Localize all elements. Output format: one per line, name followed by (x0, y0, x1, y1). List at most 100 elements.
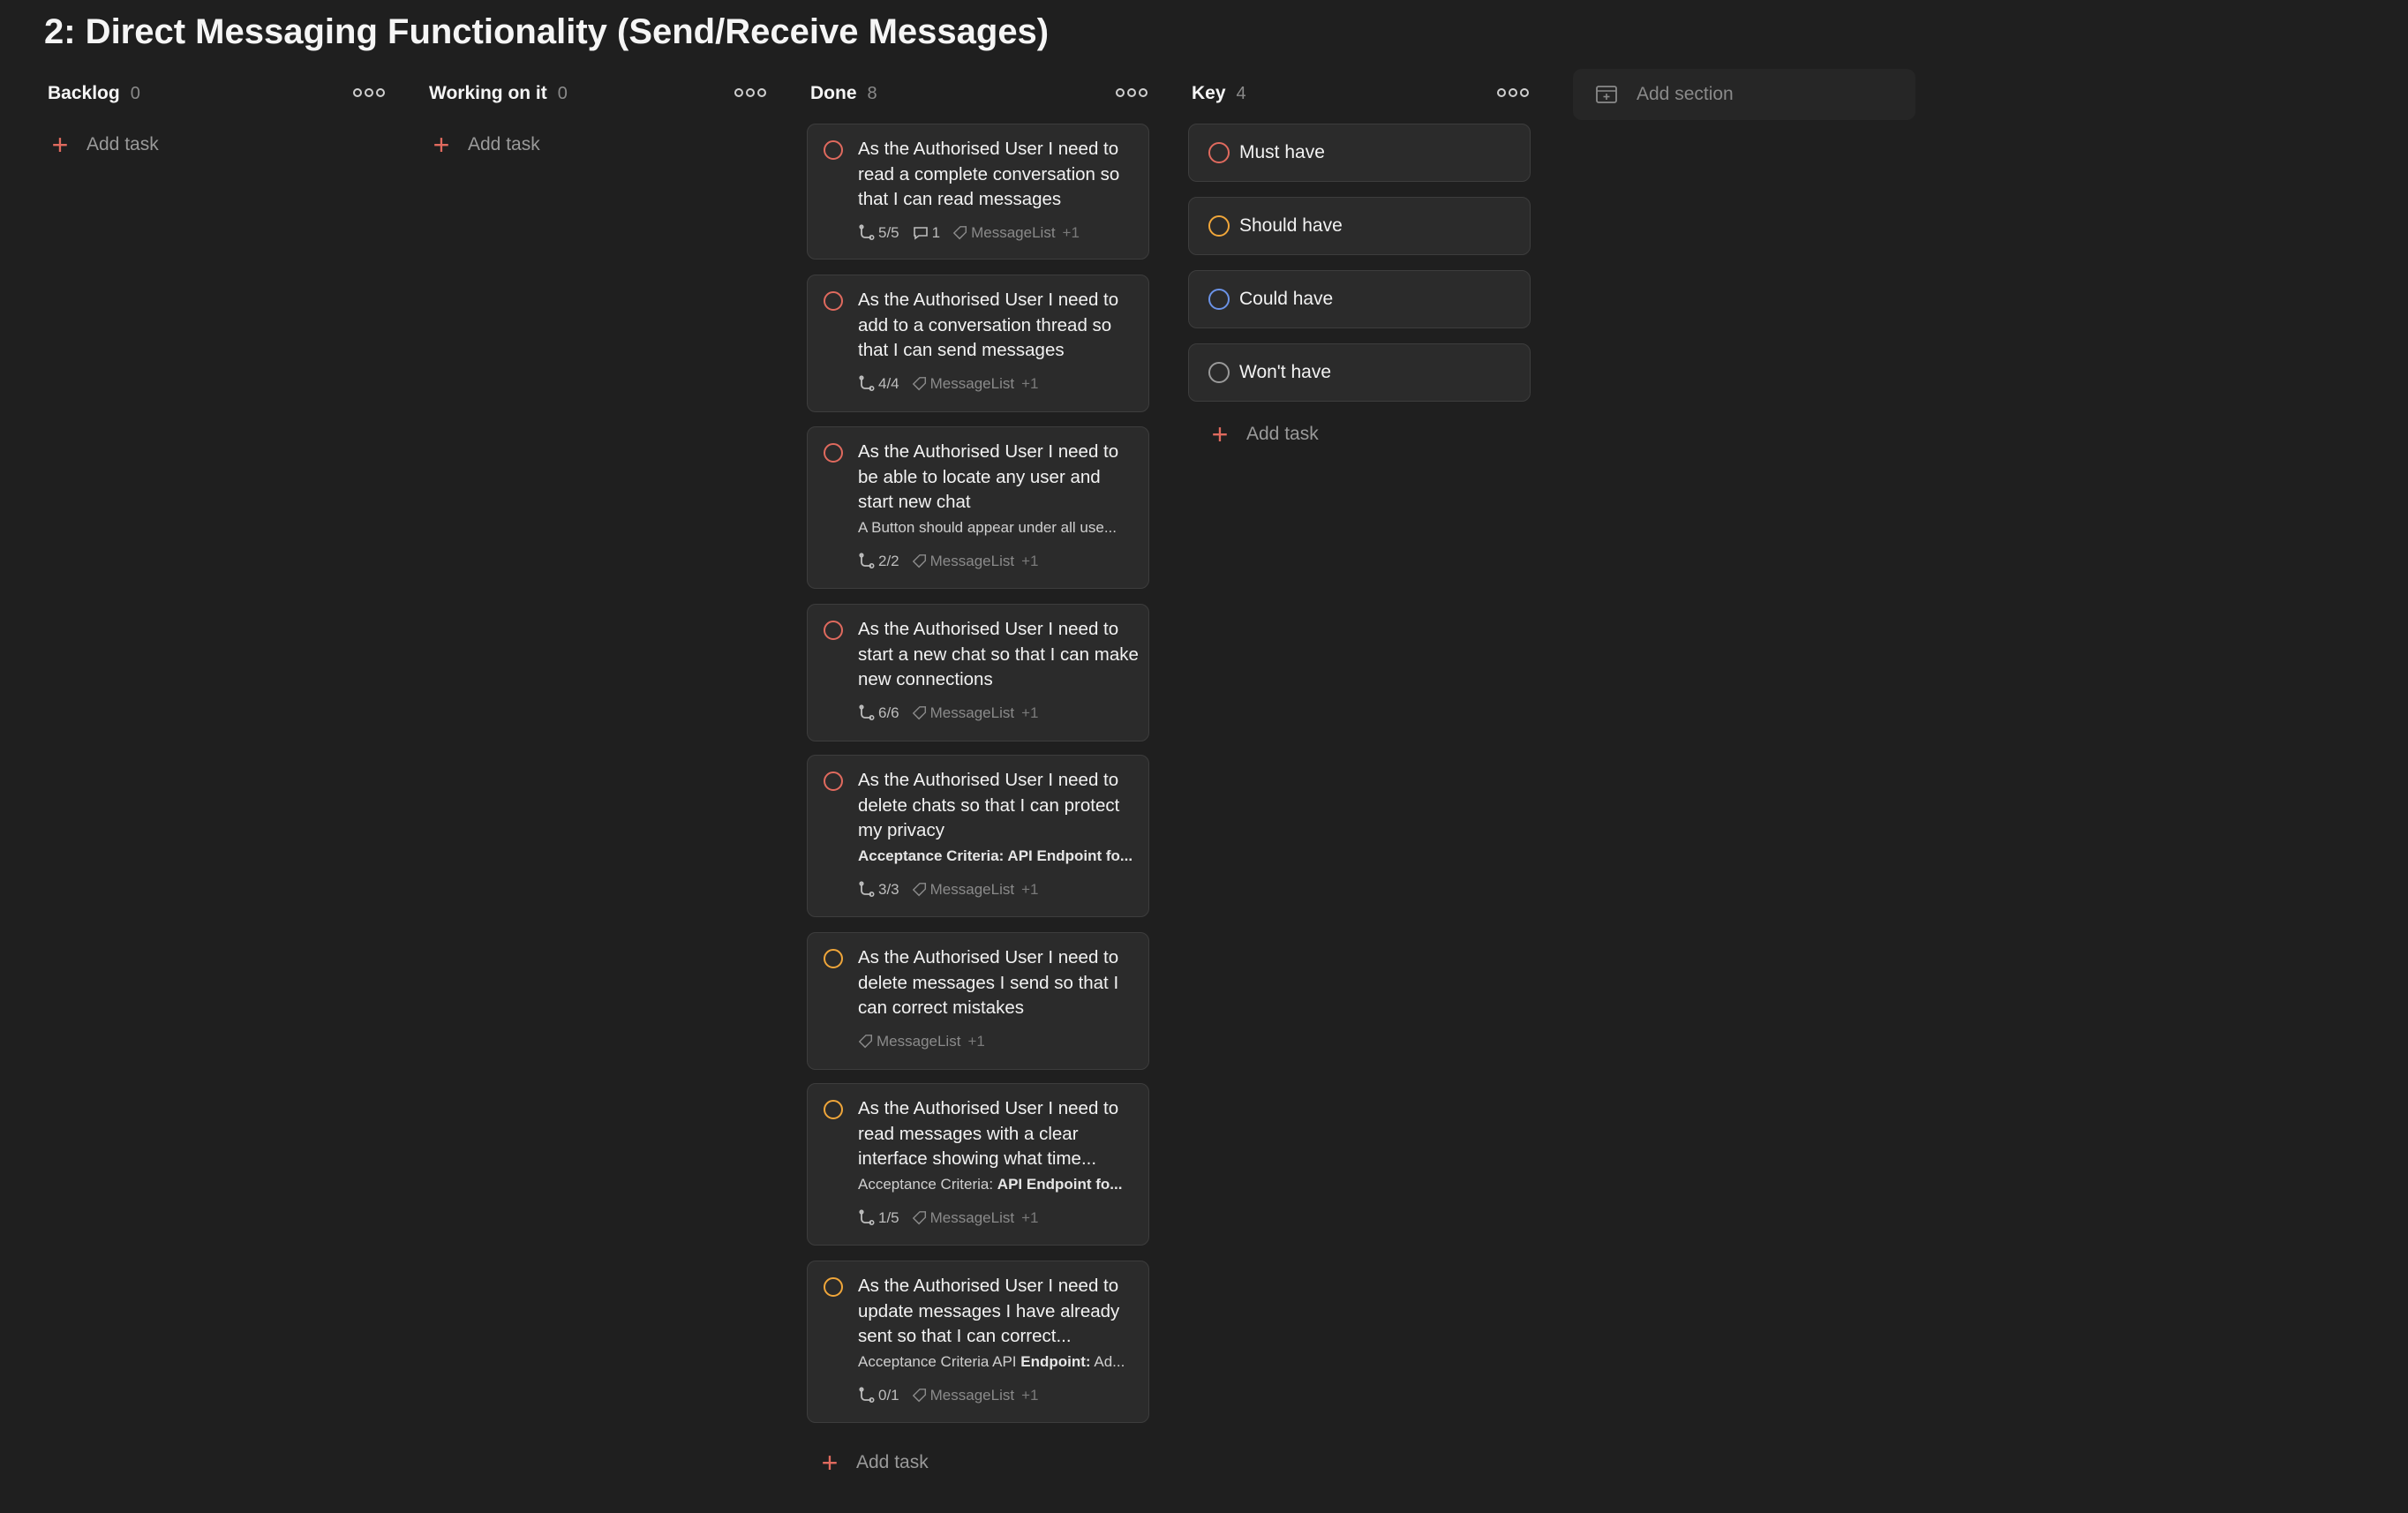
add-task-label: Add task (1246, 424, 1319, 444)
more-options-icon[interactable] (1497, 81, 1529, 104)
add-task-button[interactable]: + Add task (425, 125, 770, 164)
subtask-icon (859, 1387, 875, 1404)
complete-check-icon[interactable] (824, 140, 843, 160)
tag-chip[interactable]: MessageList +1 (912, 375, 1039, 393)
tag-label: MessageList (971, 224, 1056, 241)
tag-chip[interactable]: MessageList +1 (912, 704, 1039, 722)
add-task-button[interactable]: + Add task (814, 1443, 929, 1482)
column-name[interactable]: Key (1188, 83, 1226, 104)
add-task-button[interactable]: + Add task (44, 125, 388, 164)
comments-indicator[interactable]: 1 (912, 224, 940, 242)
subtasks-indicator[interactable]: 3/3 (858, 881, 899, 899)
column-count: 0 (130, 83, 140, 103)
column-header: Working on it 0 (425, 69, 770, 118)
tag-label: MessageList (877, 1033, 961, 1050)
tag-more-count: +1 (1021, 553, 1039, 569)
column-header: Key 4 (1188, 69, 1532, 118)
column-name[interactable]: Done (807, 83, 857, 104)
plus-icon: + (1211, 418, 1229, 450)
subtasks-indicator[interactable]: 0/1 (858, 1387, 899, 1404)
task-title: As the Authorised User I need to add to … (858, 290, 1119, 360)
subtasks-count: 5/5 (878, 224, 899, 241)
complete-check-icon[interactable] (824, 291, 843, 311)
subtasks-indicator[interactable]: 2/2 (858, 553, 899, 570)
tag-chip[interactable]: MessageList +1 (912, 881, 1038, 899)
key-card-should-have[interactable]: Should have (1188, 197, 1531, 255)
project-title: 2: Direct Messaging Functionality (Send/… (44, 12, 1050, 51)
tag-chip[interactable]: MessageList +1 (912, 1387, 1038, 1404)
plus-icon: + (821, 1447, 839, 1479)
column-backlog: Backlog 0 + Add task (44, 69, 388, 164)
column-count: 4 (1236, 83, 1246, 103)
tag-chip[interactable]: MessageList +1 (952, 224, 1080, 242)
task-card[interactable]: As the Authorised User I need to update … (807, 1261, 1149, 1423)
complete-check-icon[interactable] (824, 949, 843, 968)
key-label: Could have (1239, 289, 1334, 309)
tag-chip[interactable]: MessageList +1 (858, 1033, 985, 1050)
more-options-icon[interactable] (353, 81, 385, 104)
task-card[interactable]: As the Authorised User I need to start a… (807, 604, 1149, 741)
column-name[interactable]: Working on it (425, 83, 547, 104)
task-card[interactable]: As the Authorised User I need to add to … (807, 275, 1149, 412)
subtasks-indicator[interactable]: 4/4 (858, 375, 899, 393)
column-key: Key 4 Must have Should have Could have W… (1188, 69, 1532, 448)
key-card-must-have[interactable]: Must have (1188, 124, 1531, 182)
complete-check-icon[interactable] (824, 1277, 843, 1297)
complete-check-icon[interactable] (824, 443, 843, 463)
add-section-icon (1596, 86, 1617, 103)
task-meta: 5/5 1 MessageList +1 (858, 224, 1080, 242)
subtask-icon (859, 553, 875, 569)
complete-check-icon[interactable] (1208, 362, 1230, 383)
more-options-icon[interactable] (734, 81, 766, 104)
tag-more-count: +1 (1021, 1209, 1039, 1226)
task-title: As the Authorised User I need to delete … (858, 947, 1119, 1018)
task-card[interactable]: As the Authorised User I need to delete … (807, 755, 1149, 917)
tag-more-count: +1 (1021, 704, 1039, 721)
task-title: As the Authorised User I need to update … (858, 1276, 1120, 1346)
key-card-could-have[interactable]: Could have (1188, 270, 1531, 328)
subtasks-indicator[interactable]: 1/5 (858, 1209, 899, 1227)
subtasks-count: 1/5 (878, 1209, 899, 1226)
add-task-button[interactable]: + Add task (1204, 415, 1319, 454)
tag-label: MessageList (929, 375, 1015, 392)
complete-check-icon[interactable] (824, 1100, 843, 1119)
column-name[interactable]: Backlog (44, 83, 120, 104)
tag-label: MessageList (929, 881, 1015, 898)
complete-check-icon[interactable] (1208, 215, 1230, 237)
add-section-button[interactable]: Add section (1573, 69, 1915, 120)
subtasks-count: 3/3 (878, 881, 899, 898)
task-card[interactable]: As the Authorised User I need to delete … (807, 932, 1149, 1070)
task-card[interactable]: As the Authorised User I need to be able… (807, 426, 1149, 589)
tag-chip[interactable]: MessageList +1 (912, 1209, 1039, 1227)
tag-icon (912, 1389, 926, 1403)
task-card[interactable]: As the Authorised User I need to read a … (807, 124, 1149, 260)
column-count: 0 (557, 83, 568, 103)
task-title: As the Authorised User I need to start a… (858, 619, 1139, 689)
task-meta: 1/5 MessageList +1 (858, 1209, 1038, 1227)
tag-chip[interactable]: MessageList +1 (912, 553, 1039, 570)
add-section-label: Add section (1637, 84, 1734, 104)
subtasks-count: 6/6 (878, 704, 899, 721)
task-description-bold: API Endpoint fo... (997, 1176, 1123, 1193)
subtasks-indicator[interactable]: 6/6 (858, 704, 899, 722)
complete-check-icon[interactable] (1208, 289, 1230, 310)
tag-icon (912, 1211, 926, 1225)
task-title: As the Authorised User I need to read me… (858, 1098, 1119, 1169)
task-description-text: Acceptance Criteria: (858, 1176, 997, 1193)
add-task-label: Add task (468, 134, 540, 154)
task-description: Acceptance Criteria: API Endpoint fo... (858, 1176, 1140, 1193)
more-options-icon[interactable] (1116, 81, 1148, 104)
key-card-wont-have[interactable]: Won't have (1188, 343, 1531, 402)
tag-more-count: +1 (1021, 375, 1039, 392)
task-description-bold: Endpoint: (1020, 1353, 1091, 1370)
tag-more-count: +1 (1062, 224, 1080, 241)
complete-check-icon[interactable] (1208, 142, 1230, 163)
task-card[interactable]: As the Authorised User I need to read me… (807, 1083, 1149, 1246)
task-meta: 2/2 MessageList +1 (858, 553, 1038, 570)
plus-icon: + (51, 129, 69, 161)
column-done: Done 8 As the Authorised User I need to … (807, 69, 1151, 1477)
complete-check-icon[interactable] (824, 772, 843, 791)
subtask-icon (859, 704, 875, 721)
subtasks-indicator[interactable]: 5/5 (858, 224, 899, 242)
complete-check-icon[interactable] (824, 621, 843, 640)
